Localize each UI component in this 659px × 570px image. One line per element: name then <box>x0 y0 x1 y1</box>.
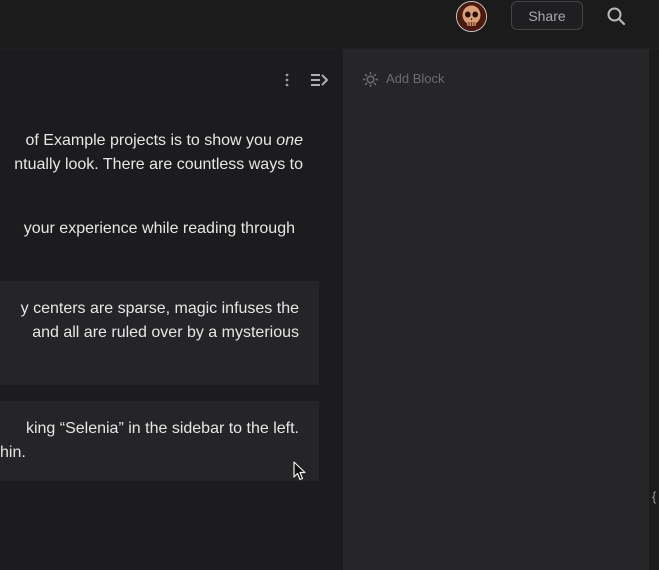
paragraph-intro-line-2: ntually look. There are countless ways t… <box>14 156 303 173</box>
side-panel <box>343 49 649 570</box>
paragraph-experience: your experience while reading through <box>0 217 295 241</box>
user-avatar[interactable] <box>456 1 487 32</box>
paragraph-intro: of Example projects is to show you one n… <box>0 129 303 177</box>
callout-card-sidebar: king “Selenia” in the sidebar to the lef… <box>0 401 319 481</box>
paragraph-experience-line-1: your experience while reading through <box>23 220 295 237</box>
callout-card-sidebar-line-1: king “Selenia” in the sidebar to the lef… <box>25 420 299 437</box>
skull-avatar-icon <box>457 2 486 31</box>
callout-card-world-line-2: and all are ruled over by a mysterious <box>32 324 299 341</box>
collapse-panel-icon[interactable] <box>310 72 328 88</box>
callout-card-world-line-1: y centers are sparse, magic infuses the <box>20 300 299 317</box>
edge-glyph: { <box>652 489 657 504</box>
document-content: of Example projects is to show you one n… <box>0 49 343 570</box>
mouse-cursor-icon <box>293 461 306 481</box>
top-bar: Share <box>0 0 659 49</box>
search-icon[interactable] <box>606 6 626 26</box>
gear-icon <box>363 72 378 87</box>
callout-card-world: y centers are sparse, magic infuses the … <box>0 281 319 385</box>
add-block-label: Add Block <box>386 71 445 86</box>
callout-card-sidebar-line-2: hin. <box>0 444 26 461</box>
share-button[interactable]: Share <box>511 1 583 30</box>
vertical-dots-icon[interactable] <box>281 72 293 88</box>
paragraph-intro-line-1: of Example projects is to show you one <box>25 132 303 149</box>
